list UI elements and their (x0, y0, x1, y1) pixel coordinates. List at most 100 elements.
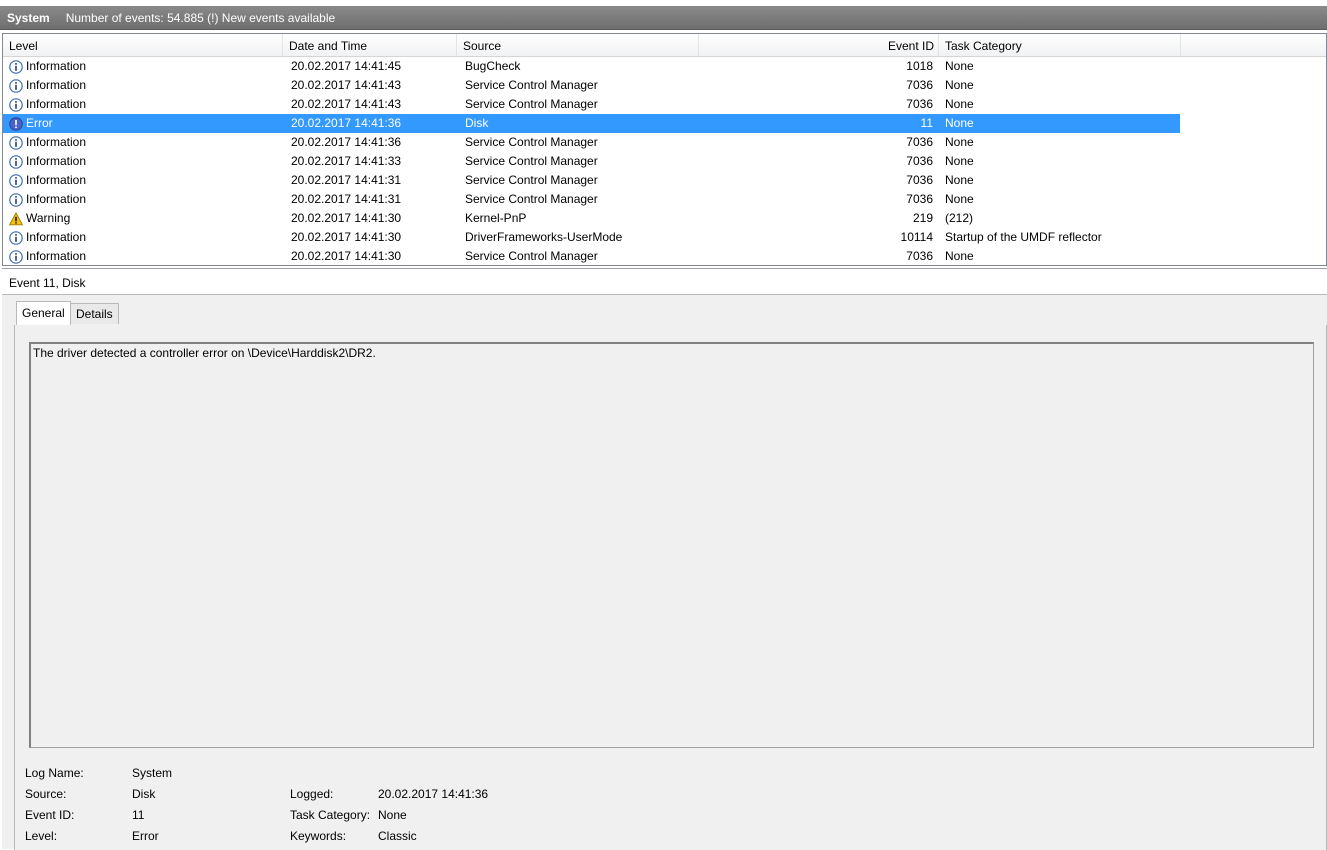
row-date-time: 20.02.2017 14:41:31 (291, 173, 402, 187)
column-source[interactable]: Source (457, 34, 699, 56)
row-task-category: None (945, 78, 974, 92)
value-level: Error (132, 829, 159, 843)
event-description-text: The driver detected a controller error o… (33, 346, 376, 360)
row-source: Service Control Manager (465, 135, 598, 149)
row-event-id: 7036 (906, 192, 933, 206)
row-task-category: None (945, 249, 974, 263)
row-source: Kernel-PnP (465, 211, 527, 225)
row-date-time: 20.02.2017 14:41:30 (291, 230, 402, 244)
warning-icon (9, 211, 23, 226)
row-level: Information (9, 228, 86, 247)
info-icon (9, 135, 23, 150)
info-icon (9, 192, 23, 207)
row-date-time: 20.02.2017 14:41:30 (291, 249, 402, 263)
row-level: Information (9, 76, 86, 95)
row-source: Service Control Manager (465, 192, 598, 206)
table-row[interactable]: Information 20.02.2017 14:41:30 DriverFram… (3, 228, 1326, 247)
error-icon (9, 116, 23, 131)
value-task-category: None (378, 808, 407, 822)
row-source: Service Control Manager (465, 154, 598, 168)
event-rows: Information 20.02.2017 14:41:45 BugCheck 10… (3, 57, 1326, 265)
table-row[interactable]: Information 20.02.2017 14:41:45 BugCheck 10… (3, 57, 1326, 76)
row-event-id: 7036 (906, 154, 933, 168)
row-date-time: 20.02.2017 14:41:43 (291, 78, 402, 92)
table-row[interactable]: Information 20.02.2017 14:41:31 Service Co… (3, 190, 1326, 209)
label-log-name: Log Name: (25, 766, 84, 780)
row-source: Service Control Manager (465, 173, 598, 187)
row-source: Service Control Manager (465, 97, 598, 111)
info-icon (9, 230, 23, 245)
row-task-category: None (945, 192, 974, 206)
column-level[interactable]: Level (3, 34, 283, 56)
row-date-time: 20.02.2017 14:41:45 (291, 59, 402, 73)
row-event-id: 1018 (906, 59, 933, 73)
label-event-id: Event ID: (25, 808, 75, 822)
row-date-time: 20.02.2017 14:41:43 (291, 97, 402, 111)
row-task-category: None (945, 59, 974, 73)
info-icon (9, 59, 23, 74)
row-event-id: 7036 (906, 249, 933, 263)
table-row[interactable]: Information 20.02.2017 14:41:31 Service Co… (3, 171, 1326, 190)
detail-tabs: General Details (14, 301, 1325, 326)
general-tab-page: The driver detected a controller error o… (14, 325, 1327, 850)
row-event-id: 10114 (900, 230, 933, 244)
row-level: Information (9, 152, 86, 171)
event-detail-pane: Event 11, Disk General Details The drive… (2, 268, 1327, 850)
log-title-bar: System Number of events: 54.885 (!) New … (0, 6, 1327, 30)
row-level: Information (9, 57, 86, 76)
row-level: Warning (9, 209, 70, 228)
value-event-id: 11 (132, 808, 145, 822)
row-date-time: 20.02.2017 14:41:33 (291, 154, 402, 168)
table-row[interactable]: Information 20.02.2017 14:41:43 Service Co… (3, 76, 1326, 95)
value-log-name: System (132, 766, 173, 780)
row-level: Information (9, 133, 86, 152)
row-level: Information (9, 171, 86, 190)
row-date-time: 20.02.2017 14:41:30 (291, 211, 402, 225)
table-row[interactable]: Error 20.02.2017 14:41:36 Disk 11 None (3, 114, 1180, 133)
table-row[interactable]: Information 20.02.2017 14:41:43 Service Co… (3, 95, 1326, 114)
event-description[interactable]: The driver detected a controller error o… (29, 342, 1314, 748)
row-event-id: 219 (912, 211, 933, 225)
row-level: Information (9, 247, 86, 265)
value-logged: 20.02.2017 14:41:36 (378, 787, 489, 801)
row-level: Information (9, 95, 86, 114)
log-name: System (7, 10, 50, 25)
row-event-id: 7036 (906, 173, 933, 187)
value-source: Disk (132, 787, 156, 801)
event-detail-header: Event 11, Disk (2, 269, 1327, 295)
table-row[interactable]: Warning 20.02.2017 14:41:30 Kernel-PnP 219 (… (3, 209, 1326, 228)
event-count-status: Number of events: 54.885 (!) New events … (65, 10, 336, 25)
info-icon (9, 173, 23, 188)
row-level: Error (9, 114, 53, 133)
row-task-category: (212) (945, 211, 974, 225)
info-icon (9, 249, 23, 264)
row-source: Disk (465, 116, 489, 130)
info-icon (9, 154, 23, 169)
row-source: Service Control Manager (465, 78, 598, 92)
row-source: BugCheck (465, 59, 521, 73)
column-event-id[interactable]: Event ID (699, 34, 939, 56)
label-keywords: Keywords: (290, 829, 347, 843)
table-row[interactable]: Information 20.02.2017 14:41:33 Service Co… (3, 152, 1326, 171)
column-date-time[interactable]: Date and Time (283, 34, 457, 56)
table-row[interactable]: Information 20.02.2017 14:41:36 Service Co… (3, 133, 1326, 152)
tab-details[interactable]: Details (70, 303, 119, 324)
row-level: Information (9, 190, 86, 209)
column-header: Level Date and Time Source Event ID Task… (3, 34, 1326, 57)
event-list[interactable]: Level Date and Time Source Event ID Task… (2, 33, 1327, 266)
tab-general[interactable]: General (16, 301, 71, 325)
row-task-category: None (945, 173, 974, 187)
row-task-category: None (945, 154, 974, 168)
row-task-category: None (945, 135, 974, 149)
label-task-category: Task Category: (290, 808, 371, 822)
row-source: DriverFrameworks-UserMode (465, 230, 623, 244)
row-event-id: 11 (920, 116, 933, 130)
column-task-category[interactable]: Task Category (939, 34, 1181, 56)
value-keywords: Classic (378, 829, 417, 843)
row-task-category: None (945, 116, 974, 130)
label-level: Level: (25, 829, 58, 843)
row-date-time: 20.02.2017 14:41:36 (291, 135, 402, 149)
label-source: Source: (25, 787, 67, 801)
row-date-time: 20.02.2017 14:41:31 (291, 192, 402, 206)
table-row[interactable]: Information 20.02.2017 14:41:30 Service Co… (3, 247, 1326, 265)
